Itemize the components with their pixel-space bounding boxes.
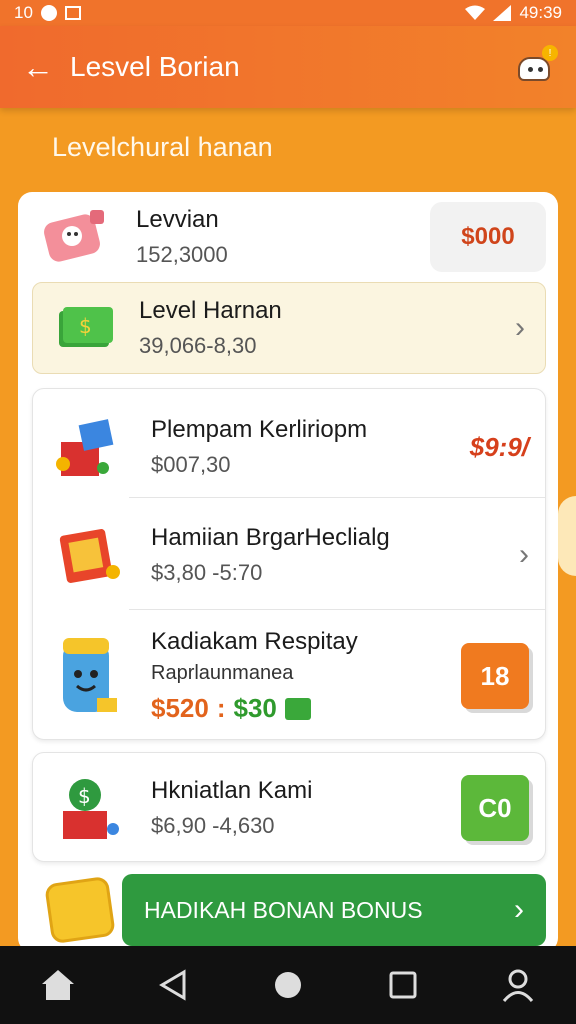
promo-price-a: $520: [151, 693, 209, 723]
summary-row[interactable]: Levvian 152,3000 $000: [36, 192, 546, 282]
back-triangle-icon[interactable]: [148, 960, 198, 1010]
status-time: 49:39: [519, 3, 562, 22]
item-price: $9:9/: [469, 431, 529, 462]
items-card: Plempam Kerliriopm $007,30 $9:9/ Hamiian…: [32, 388, 546, 740]
promo-subtitle: Raprlaunmanea: [151, 662, 294, 684]
divider: [129, 609, 545, 610]
item-title: Plempam Kerliriopm: [151, 416, 368, 443]
robot-icon[interactable]: !: [516, 45, 558, 83]
summary-price: $000: [430, 202, 546, 272]
svg-text:$: $: [79, 314, 92, 338]
summary-subtitle: 152,3000: [136, 242, 228, 267]
list-item[interactable]: Hamiian BrgarHeclialg $3,80 -5:70 ›: [33, 507, 547, 603]
mascot-icon: [51, 628, 131, 724]
gift-blocks-icon: [51, 412, 131, 482]
highlight-row[interactable]: $ Level Harnan 39,066-8,30 ›: [32, 282, 546, 374]
home-circle-icon[interactable]: [263, 960, 313, 1010]
list-item[interactable]: $ Hkniatlan Kami $6,90 -4,630 C0: [33, 759, 547, 857]
level-cube: 18: [461, 643, 529, 709]
promo-separator: :: [216, 693, 226, 723]
pig-icon: [36, 202, 116, 272]
highlight-title: Level Harnan: [139, 297, 282, 324]
arrow-left-icon[interactable]: ←: [22, 51, 56, 83]
notification-icon: [40, 5, 57, 21]
profile-icon[interactable]: [493, 960, 543, 1010]
bonus-button[interactable]: HADIKAH BONAN BONUS ›: [122, 874, 546, 946]
promo-price-b: $30: [233, 693, 277, 723]
chevron-right-icon: ›: [519, 538, 529, 571]
promo-title: Kadiakam Respitay: [151, 628, 358, 655]
promo-prices: $520 : $30: [151, 693, 358, 724]
content-card: Levvian 152,3000 $000 $ Level Harnan 39,…: [18, 192, 558, 952]
item-title: Hamiian BrgarHeclialg: [151, 524, 390, 551]
recents-square-icon[interactable]: [378, 960, 428, 1010]
list-item[interactable]: Plempam Kerliriopm $007,30 $9:9/: [33, 399, 547, 495]
dollar-gift-icon: $: [51, 773, 131, 843]
tag-icon: [284, 697, 311, 720]
section-title: Levelchural hanan: [52, 132, 273, 162]
last-item-card[interactable]: $ Hkniatlan Kami $6,90 -4,630 C0: [32, 752, 546, 862]
level-cube: C0: [461, 775, 529, 841]
coupon-icon: [51, 520, 131, 590]
promo-item[interactable]: Kadiakam Respitay Raprlaunmanea $520 : $…: [33, 617, 547, 735]
last-title: Hkniatlan Kami: [151, 777, 313, 804]
side-tab-handle[interactable]: [558, 496, 576, 576]
image-icon: [64, 6, 81, 20]
app-bar: ← Lesvel Borian !: [0, 26, 576, 108]
signal-icon: [493, 5, 512, 21]
bonus-gift-icon: [44, 875, 116, 945]
notification-badge: !: [542, 45, 558, 61]
system-nav-bar: [0, 946, 576, 1024]
status-left-text: 10: [14, 3, 33, 22]
status-bar: 10 49:39: [0, 0, 576, 26]
chevron-right-icon: ›: [515, 311, 525, 344]
item-subtitle: $007,30: [151, 452, 231, 477]
last-subtitle: $6,90 -4,630: [151, 813, 275, 838]
svg-text:$: $: [78, 784, 91, 808]
home-icon[interactable]: [33, 960, 83, 1010]
divider: [129, 497, 545, 498]
bonus-button-label: HADIKAH BONAN BONUS: [144, 896, 423, 923]
summary-title: Levvian: [136, 206, 219, 233]
chevron-right-icon: ›: [514, 893, 524, 926]
money-icon: $: [53, 293, 119, 363]
wifi-icon: [465, 5, 486, 20]
item-subtitle: $3,80 -5:70: [151, 560, 263, 585]
highlight-subtitle: 39,066-8,30: [139, 333, 257, 358]
app-title: Lesvel Borian: [70, 51, 240, 82]
